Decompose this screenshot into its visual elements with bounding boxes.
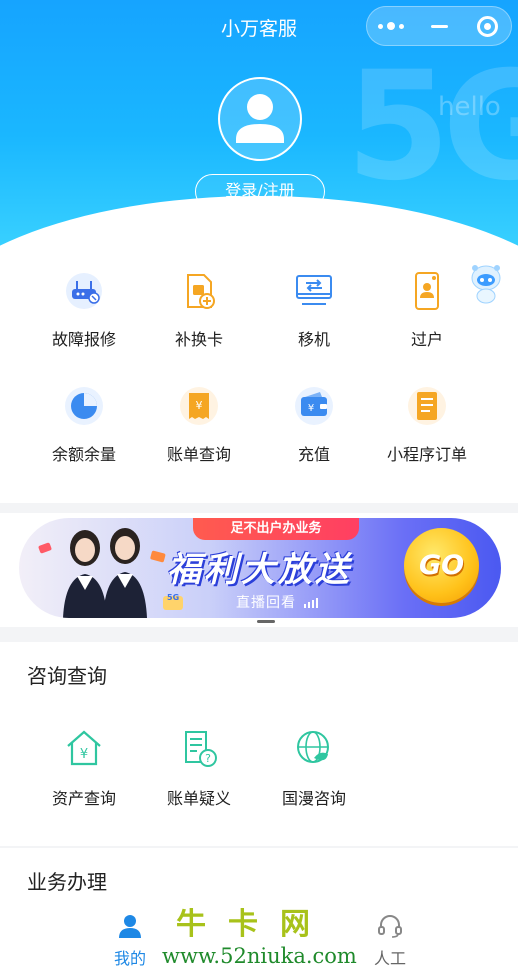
- monitor-transfer-icon: [296, 275, 332, 305]
- service-label: 充值: [297, 445, 330, 464]
- watermark-hello: hello: [438, 92, 501, 122]
- consult-item-assets[interactable]: ¥ 资产查询: [29, 726, 139, 809]
- service-item-balance[interactable]: 余额余量: [29, 384, 139, 465]
- banner-title: 福利大放送: [167, 550, 352, 590]
- service-item-move[interactable]: 移机: [259, 269, 369, 350]
- user-icon: [119, 915, 141, 938]
- target-close-icon: [476, 15, 498, 37]
- avatar[interactable]: [218, 77, 302, 161]
- section-title-business: 业务办理: [27, 870, 107, 894]
- bill-yuan-icon: ¥: [180, 387, 218, 425]
- carousel-indicator: [257, 620, 275, 623]
- globe-roaming-icon: [297, 731, 329, 763]
- sim-card-add-icon: [187, 274, 215, 309]
- service-item-recharge[interactable]: ¥ 充值: [259, 384, 369, 465]
- banner-section: 5G 足不出户办业务 福利大放送 直播回看 GO: [0, 513, 518, 627]
- bill-question-icon: ?: [185, 731, 217, 767]
- site-watermark-url: www.52niuka.com: [162, 944, 357, 968]
- headset-icon: [378, 915, 402, 938]
- svg-text:¥: ¥: [196, 399, 203, 412]
- banner-go-button[interactable]: GO: [404, 528, 479, 603]
- service-grid: 故障报修 补换卡 移机 过户 余额余量 ¥ 账单查询 ¥ 充值 小程序订单: [0, 246, 518, 503]
- service-item-repair[interactable]: 故障报修: [29, 269, 139, 350]
- phone-transfer-user-icon: [415, 272, 439, 310]
- banner-ribbon: 足不出户办业务: [193, 518, 359, 540]
- user-silhouette-icon: [236, 94, 284, 143]
- consult-label: 国漫咨询: [281, 789, 346, 808]
- close-button[interactable]: [463, 7, 511, 45]
- service-label: 故障报修: [51, 330, 116, 349]
- service-label: 移机: [297, 330, 330, 349]
- header-hero: 5G hello 小万客服 登录/注册: [0, 0, 518, 246]
- service-item-sim[interactable]: 补换卡: [144, 269, 254, 350]
- service-label: 账单查询: [166, 445, 231, 464]
- robot-assistant-icon[interactable]: [468, 262, 504, 304]
- pie-chart-icon: [65, 387, 103, 425]
- signal-bars-icon: [304, 598, 319, 608]
- banner-subtitle-text: 直播回看: [236, 595, 296, 611]
- login-register-button[interactable]: 登录/注册: [195, 174, 325, 209]
- order-list-icon: [408, 387, 446, 425]
- consult-section: 咨询查询 ¥ 资产查询 ? 账单疑义 国漫咨询: [0, 642, 518, 846]
- more-button[interactable]: [367, 7, 415, 45]
- tab-agent[interactable]: 人工: [350, 913, 430, 969]
- service-label: 过户: [410, 330, 443, 349]
- tab-label-agent: 人工: [373, 949, 406, 968]
- consult-label: 账单疑义: [166, 789, 231, 808]
- section-title-consult: 咨询查询: [27, 664, 107, 688]
- svg-text:?: ?: [205, 752, 211, 765]
- service-label: 小程序订单: [386, 445, 467, 464]
- more-dots-icon: [378, 22, 404, 30]
- consult-item-bill-dispute[interactable]: ? 账单疑义: [144, 726, 254, 809]
- service-item-transfer[interactable]: 过户: [372, 269, 482, 350]
- service-item-orders[interactable]: 小程序订单: [372, 384, 482, 465]
- service-item-bill[interactable]: ¥ 账单查询: [144, 384, 254, 465]
- router-repair-icon: [66, 273, 102, 309]
- consult-item-roaming[interactable]: 国漫咨询: [259, 726, 369, 809]
- wallet-yuan-icon: ¥: [295, 387, 333, 425]
- site-watermark-title: 牛卡网: [176, 907, 332, 942]
- mini-program-capsule: [366, 6, 512, 46]
- house-yuan-icon: ¥: [67, 730, 101, 766]
- service-label: 余额余量: [51, 445, 116, 464]
- svg-text:¥: ¥: [80, 747, 88, 762]
- minimize-button[interactable]: [415, 7, 463, 45]
- svg-text:5G: 5G: [167, 593, 179, 602]
- promo-banner[interactable]: 5G 足不出户办业务 福利大放送 直播回看 GO: [19, 518, 501, 618]
- tab-mine[interactable]: 我的: [90, 913, 170, 969]
- service-label: 补换卡: [174, 330, 223, 349]
- banner-subtitle: 直播回看: [236, 592, 320, 612]
- tab-label-mine: 我的: [113, 949, 146, 968]
- watermark-5g: 5G: [346, 40, 518, 214]
- minimize-icon: [430, 24, 448, 28]
- svg-text:¥: ¥: [308, 403, 314, 414]
- consult-label: 资产查询: [51, 789, 116, 808]
